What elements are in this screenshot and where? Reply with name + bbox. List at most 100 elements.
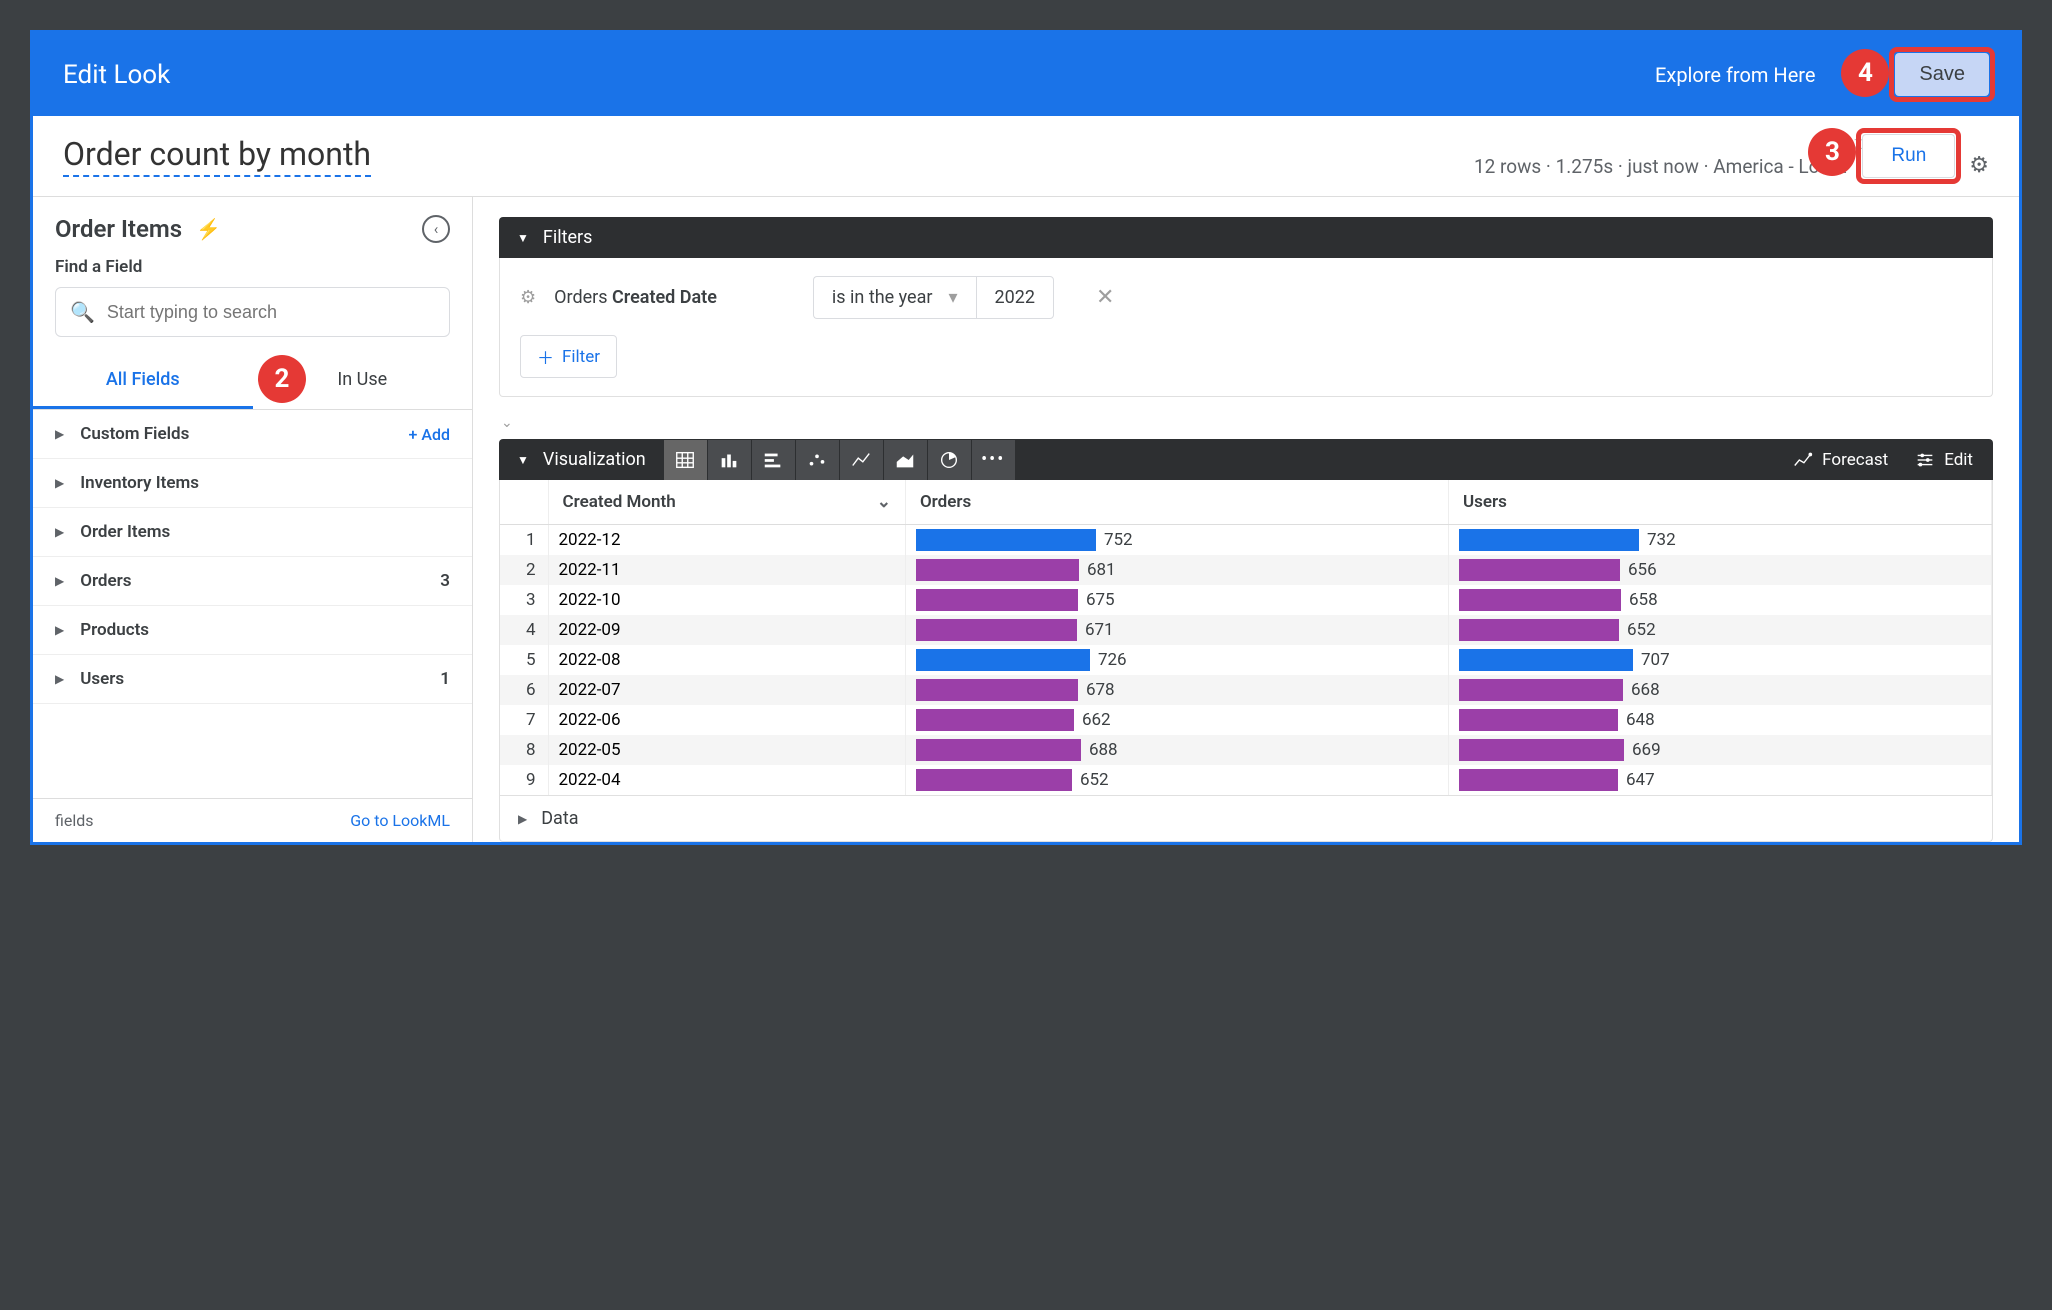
filters-panel-body: ⚙ Orders Created Date is in the year▾ 20… (499, 258, 1993, 397)
table-row[interactable]: 5 2022-08 726 707 (500, 645, 1992, 675)
caret-right-icon: ▶ (55, 427, 64, 441)
category-label: Custom Fields (80, 424, 408, 444)
collapse-hint-icon[interactable]: ⌄ (501, 415, 1993, 431)
viz-edit-button[interactable]: Edit (1914, 449, 1973, 471)
col-header-month[interactable]: Created Month ⌄ (548, 480, 905, 525)
table-row[interactable]: 1 2022-12 752 732 (500, 525, 1992, 556)
viz-pie-icon[interactable] (928, 440, 972, 480)
col-header-orders[interactable]: Orders (905, 480, 1448, 525)
filter-value-input[interactable]: 2022 (976, 276, 1054, 319)
save-button[interactable]: Save (1895, 53, 1989, 96)
go-to-lookml-link[interactable]: Go to LookML (350, 811, 450, 830)
category-count: 1 (440, 669, 450, 689)
table-row[interactable]: 8 2022-05 688 669 (500, 735, 1992, 765)
cell-month: 2022-12 (548, 525, 905, 556)
top-bar: Edit Look Explore from Here Ca Save 4 (33, 33, 2019, 116)
forecast-button[interactable]: Forecast (1792, 449, 1888, 471)
caret-right-icon: ▶ (55, 476, 64, 490)
run-button[interactable]: Run (1862, 134, 1955, 178)
collapse-sidebar-icon[interactable]: ‹ (422, 215, 450, 243)
row-number: 1 (500, 525, 548, 556)
table-row[interactable]: 2 2022-11 681 656 (500, 555, 1992, 585)
add-filter-button[interactable]: ＋ Filter (520, 335, 617, 378)
row-number: 2 (500, 555, 548, 585)
cell-month: 2022-07 (548, 675, 905, 705)
caret-right-icon: ▶ (55, 672, 64, 686)
look-header: Order count by month Time Z 12 rows · 1.… (33, 116, 2019, 197)
viz-line-icon[interactable] (840, 440, 884, 480)
cell-month: 2022-11 (548, 555, 905, 585)
viz-more-icon[interactable]: ••• (972, 440, 1016, 480)
field-category-users[interactable]: ▶ Users 1 (33, 655, 472, 704)
fields-count-label: fields (55, 811, 350, 830)
row-number-header (500, 480, 548, 525)
table-row[interactable]: 6 2022-07 678 668 (500, 675, 1992, 705)
filter-gear-icon[interactable]: ⚙ (520, 287, 536, 308)
field-category-inventory-items[interactable]: ▶ Inventory Items (33, 459, 472, 508)
filters-panel-header[interactable]: ▼ Filters (499, 217, 1993, 258)
plus-icon: ＋ (537, 344, 554, 369)
cell-orders: 688 (905, 735, 1448, 765)
settings-gear-icon[interactable]: ⚙ (1969, 153, 1989, 178)
viz-panel-toggle[interactable]: ▼ Visualization (499, 439, 664, 480)
caret-down-icon: ▼ (517, 453, 529, 467)
field-category-custom-fields[interactable]: ▶ Custom Fields + Add (33, 410, 472, 459)
add-custom-field-link[interactable]: + Add (409, 425, 451, 444)
cell-users: 707 (1448, 645, 1991, 675)
explore-from-here-link[interactable]: Explore from Here (1655, 63, 1815, 87)
field-category-list: ▶ Custom Fields + Add▶ Inventory Items ▶… (33, 410, 472, 704)
field-search-input[interactable] (107, 302, 435, 323)
table-row[interactable]: 9 2022-04 652 647 (500, 765, 1992, 795)
category-label: Orders (80, 571, 440, 591)
filter-op-select[interactable]: is in the year▾ (813, 276, 976, 319)
row-number: 7 (500, 705, 548, 735)
viz-panel-label: Visualization (543, 449, 646, 470)
caret-down-icon: ▼ (517, 231, 529, 245)
bolt-icon[interactable]: ⚡ (196, 217, 221, 241)
viz-column-icon[interactable] (708, 440, 752, 480)
viz-table[interactable]: Created Month ⌄ Orders Users 1 2022-12 7… (499, 480, 1993, 796)
table-row[interactable]: 3 2022-10 675 658 (500, 585, 1992, 615)
viz-panel-header: ▼ Visualization ••• Forecast (499, 439, 1993, 480)
field-picker-sidebar: Order Items ⚡ ‹ Find a Field 🔍 All Field… (33, 197, 473, 842)
filters-panel-label: Filters (543, 227, 593, 248)
viz-scatter-icon[interactable] (796, 440, 840, 480)
viz-bar-icon[interactable] (752, 440, 796, 480)
chevron-down-icon[interactable]: ⌄ (877, 492, 891, 512)
table-row[interactable]: 4 2022-09 671 652 (500, 615, 1992, 645)
cell-month: 2022-10 (548, 585, 905, 615)
cell-users: 652 (1448, 615, 1991, 645)
row-number: 9 (500, 765, 548, 795)
tab-all-fields[interactable]: All Fields (33, 353, 253, 409)
cell-orders: 678 (905, 675, 1448, 705)
col-header-users[interactable]: Users (1448, 480, 1991, 525)
field-category-orders[interactable]: ▶ Orders 3 (33, 557, 472, 606)
cell-orders: 675 (905, 585, 1448, 615)
cell-month: 2022-09 (548, 615, 905, 645)
cell-users: 732 (1448, 525, 1991, 556)
row-number: 4 (500, 615, 548, 645)
cell-month: 2022-08 (548, 645, 905, 675)
field-category-order-items[interactable]: ▶ Order Items (33, 508, 472, 557)
cell-users: 648 (1448, 705, 1991, 735)
callout-marker-2: 2 (258, 355, 306, 403)
viz-area-icon[interactable] (884, 440, 928, 480)
field-category-products[interactable]: ▶ Products (33, 606, 472, 655)
data-panel-header[interactable]: ▶ Data (499, 796, 1993, 842)
table-row[interactable]: 7 2022-06 662 648 (500, 705, 1992, 735)
caret-right-icon: ▶ (55, 525, 64, 539)
cell-orders: 652 (905, 765, 1448, 795)
category-label: Order Items (80, 522, 450, 542)
caret-right-icon: ▶ (55, 574, 64, 588)
cell-orders: 752 (905, 525, 1448, 556)
search-input-wrap[interactable]: 🔍 (55, 287, 450, 337)
remove-filter-icon[interactable]: ✕ (1096, 285, 1114, 310)
cell-users: 647 (1448, 765, 1991, 795)
timezone-label: Time Z (1474, 137, 1862, 153)
category-label: Users (80, 669, 440, 689)
category-count: 3 (440, 571, 450, 591)
viz-table-icon[interactable] (664, 440, 708, 480)
category-label: Inventory Items (80, 473, 450, 493)
row-number: 8 (500, 735, 548, 765)
look-title-input[interactable]: Order count by month (63, 135, 371, 177)
